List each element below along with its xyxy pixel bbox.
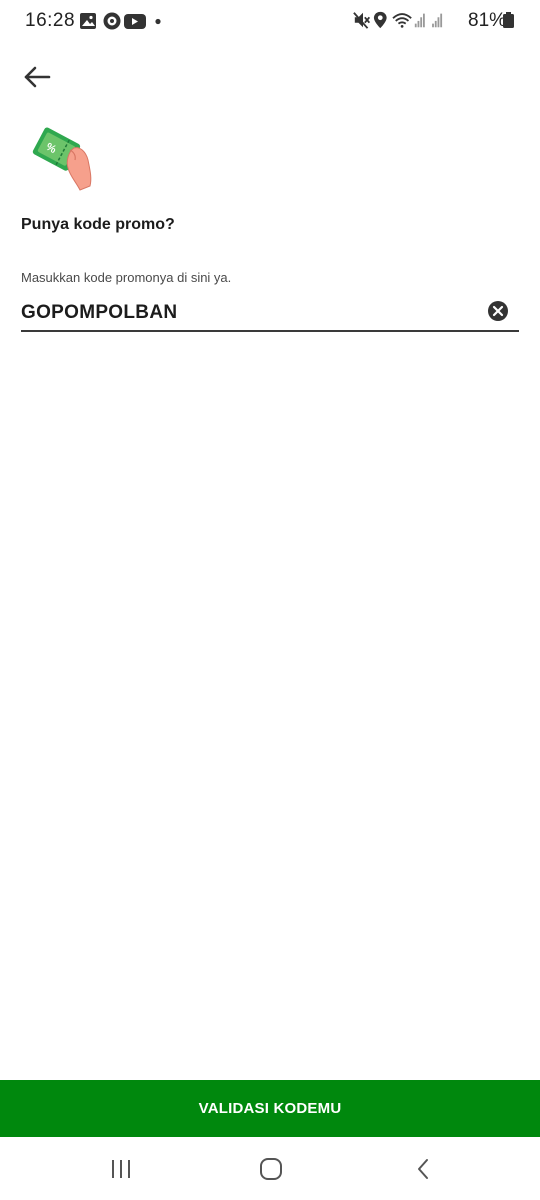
target-icon: [103, 12, 121, 30]
signal-icon: [432, 13, 443, 28]
battery-icon: [503, 12, 514, 28]
status-left-icons: [80, 12, 161, 30]
home-button[interactable]: [246, 1151, 296, 1187]
gallery-icon: [80, 13, 96, 29]
mute-icon: [353, 12, 371, 29]
home-icon: [260, 1158, 282, 1180]
signal-icon: [414, 13, 425, 28]
recent-apps-button[interactable]: [96, 1151, 146, 1187]
back-arrow-icon: [24, 66, 51, 88]
back-button[interactable]: [16, 56, 58, 98]
promo-code-input[interactable]: [21, 297, 481, 329]
input-underline: [21, 330, 519, 332]
validate-code-button[interactable]: VALIDASI KODEMU: [0, 1080, 540, 1137]
promo-ticket-illustration: %: [32, 127, 92, 191]
page-title: Punya kode promo?: [21, 216, 175, 233]
system-back-button[interactable]: [398, 1151, 448, 1187]
youtube-icon: [124, 14, 146, 29]
status-time: 16:28: [25, 10, 76, 31]
location-icon: [373, 11, 387, 29]
battery-percentage: 81%: [468, 10, 507, 31]
status-right-icons: [353, 11, 443, 29]
back-icon: [418, 1159, 428, 1179]
dot-icon: [155, 18, 161, 25]
recent-apps-icon: [112, 1160, 130, 1178]
status-bar: 16:28 81%: [0, 0, 540, 40]
promo-code-label: Masukkan kode promonya di sini ya.: [21, 270, 232, 285]
navigation-bar: [0, 1137, 540, 1200]
wifi-icon: [392, 13, 412, 28]
clear-icon[interactable]: [487, 300, 509, 322]
